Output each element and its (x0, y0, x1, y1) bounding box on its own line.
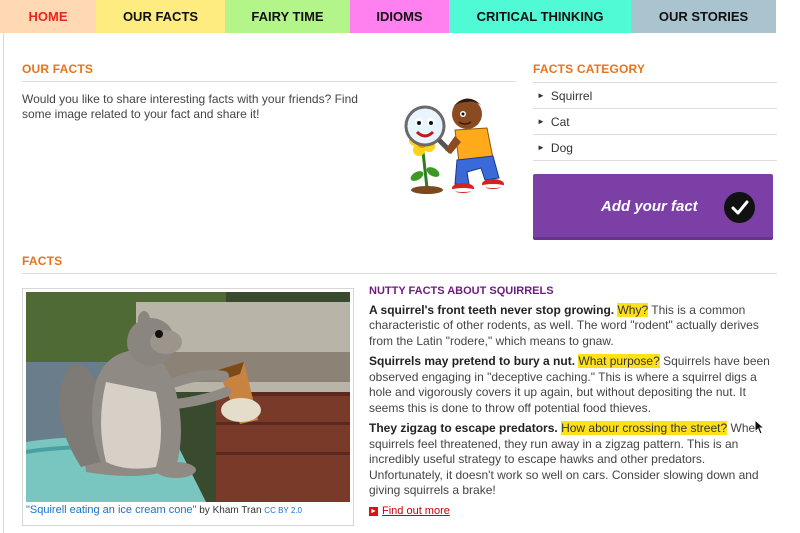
fact-highlight: Why? (617, 302, 649, 317)
page-margin (776, 0, 800, 533)
arrow-icon: ► (369, 506, 378, 516)
nav-our-facts[interactable]: OUR FACTS (96, 0, 225, 33)
nav-home[interactable]: HOME (0, 0, 96, 33)
fact-bold: Squirrels may pretend to bury a nut. (369, 354, 576, 368)
intro-text: Would you like to share interesting fact… (22, 92, 358, 121)
mouse-cursor-icon (754, 419, 766, 435)
squirrel-photo (26, 292, 350, 502)
caption-author: by Kham Tran (199, 505, 262, 516)
our-facts-title: OUR FACTS (22, 62, 94, 76)
photo-caption: "Squirell eating an ice cream cone" by K… (26, 504, 302, 516)
caption-license[interactable]: CC BY 2.0 (264, 506, 302, 515)
add-fact-label: Add your fact (601, 198, 698, 215)
facts-heading: NUTTY FACTS ABOUT SQUIRRELS (369, 285, 554, 297)
find-out-more-label: Find out more (382, 504, 450, 517)
boy-magnifier-illustration (404, 98, 504, 194)
fact-item: A squirrel's front teeth never stop grow… (369, 302, 777, 350)
facts-title: FACTS (22, 254, 63, 268)
bullet-icon: ► (537, 143, 545, 152)
caption-link[interactable]: "Squirell eating an ice cream cone" (26, 504, 196, 516)
fact-bold: They zigzag to escape predators. (369, 421, 558, 435)
fact-bold: A squirrel's front teeth never stop grow… (369, 302, 615, 317)
find-out-more-link[interactable]: ► Find out more (369, 504, 777, 520)
fact-highlight: How abour crossing the street? (561, 421, 728, 435)
nav-idioms[interactable]: IDIOMS (350, 0, 449, 33)
category-item-cat[interactable]: ► Cat (533, 109, 777, 135)
fact-item: They zigzag to escape predators. How abo… (369, 421, 777, 499)
add-fact-button[interactable]: Add your fact (533, 174, 773, 240)
divider (22, 81, 516, 82)
main-nav: HOME OUR FACTS FAIRY TIME IDIOMS CRITICA… (0, 0, 776, 33)
divider (22, 273, 777, 274)
bullet-icon: ► (537, 117, 545, 126)
bullet-icon: ► (537, 91, 545, 100)
category-item-squirrel[interactable]: ► Squirrel (533, 82, 777, 109)
facts-category-title: FACTS CATEGORY (533, 62, 646, 76)
nav-fairy-time[interactable]: FAIRY TIME (225, 0, 350, 33)
checkmark-icon (724, 192, 755, 223)
facts-column: NUTTY FACTS ABOUT SQUIRRELS A squirrel's… (369, 284, 777, 519)
nav-critical-thinking[interactable]: CRITICAL THINKING (449, 0, 631, 33)
category-list: ► Squirrel ► Cat ► Dog (533, 82, 777, 161)
fact-item: Squirrels may pretend to bury a nut. Wha… (369, 354, 777, 416)
category-item-dog[interactable]: ► Dog (533, 135, 777, 161)
fact-highlight: What purpose? (578, 354, 660, 368)
nav-our-stories[interactable]: OUR STORIES (631, 0, 776, 33)
